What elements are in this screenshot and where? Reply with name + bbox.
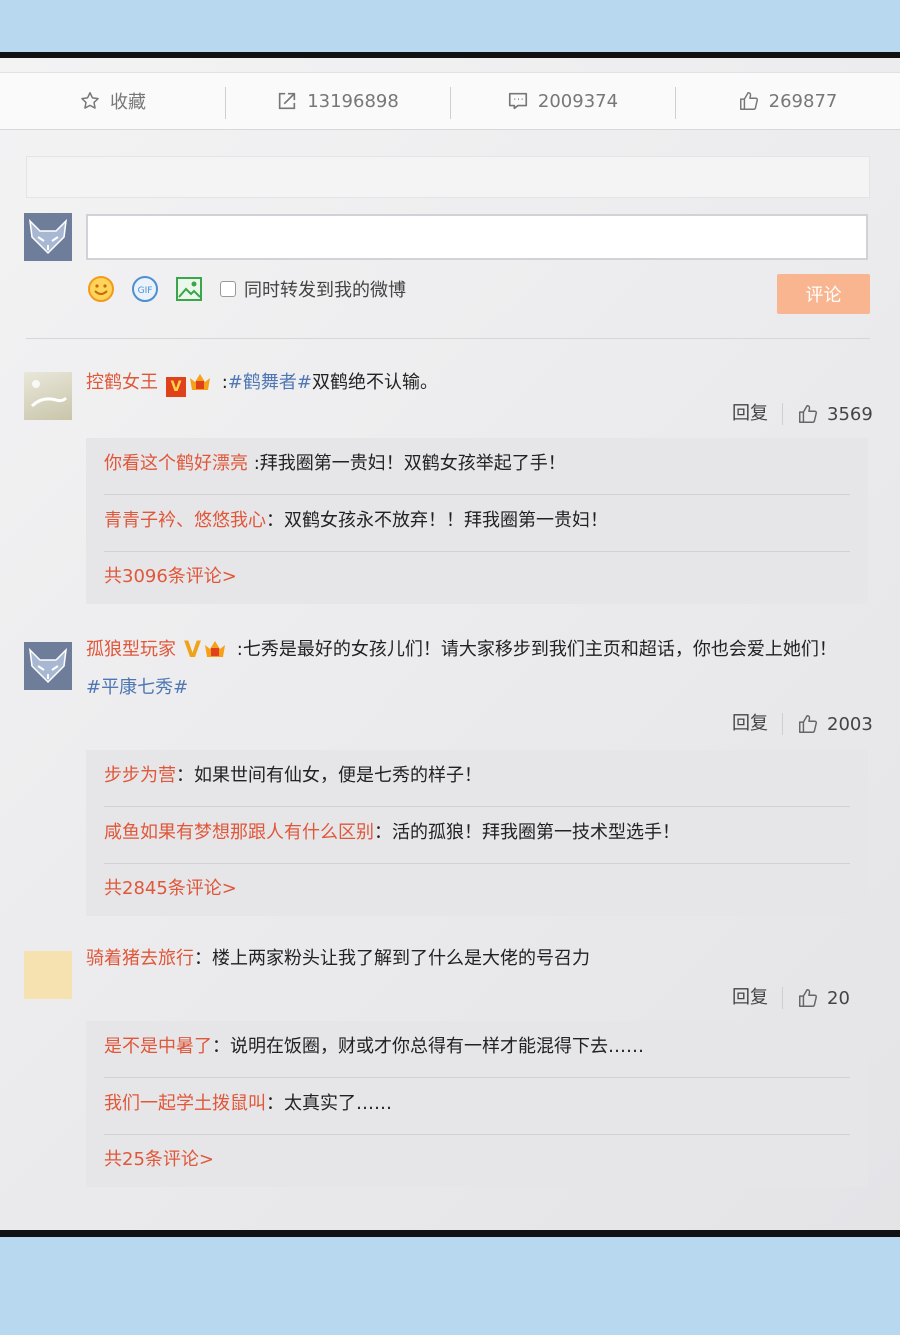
heron-avatar-icon [30,380,68,408]
star-icon [81,92,99,109]
comment-separator: : [231,639,243,660]
more-replies-link[interactable]: 共25条评论> [104,1135,850,1187]
more-replies-link[interactable]: 共3096条评论> [104,552,850,604]
comment-body: 骑着猪去旅行：楼上两家粉头让我了解到了什么是大佬的号召力 [86,940,876,977]
repost-count: 13196898 [307,90,399,112]
comment-text: 双鹤绝不认输。 [311,372,438,393]
fox-avatar-icon [28,647,68,684]
favorite-label: 收藏 [110,92,146,113]
image-icon[interactable] [174,274,204,304]
reply-item: 步步为营：如果世间有仙女，便是七秀的样子！ [104,750,850,807]
bottom-backdrop [0,1237,900,1335]
reply-item: 青青子衿、悠悠我心：双鹤女孩永不放弃！！拜我圈第一贵妇！ [104,495,850,552]
like-count: 269877 [768,90,838,112]
reply-list: 步步为营：如果世间有仙女，便是七秀的样子！ 咸鱼如果有梦想那跟人有什么区别：活的… [86,750,868,916]
repost-button[interactable]: 13196898 [225,73,450,129]
reply-list: 是不是中暑了：说明在饭圈，财或才你总得有一样才能混得下去…… 我们一起学土拨鼠叫… [86,1021,868,1187]
comment-meta: 回复 2003 [732,713,873,735]
post-comment-button[interactable]: 评论 [777,274,870,314]
like-button[interactable]: 269877 [675,73,900,129]
reply-text: ：说明在饭圈，财或才你总得有一样才能混得下去…… [212,1036,644,1057]
verified-v-icon: V [184,638,202,663]
bottom-border [0,1230,900,1237]
sync-repost-option[interactable]: 同时转发到我的微博 [220,276,406,302]
comment-body: 孤狼型玩家 V :七秀是最好的女孩儿们！请大家移步到我们主页和超话，你也会爱上她们… [86,631,876,706]
thumbs-up-icon[interactable] [797,403,819,425]
post-action-bar: 收藏 13196898 2009374 269877 [0,72,900,130]
like-count: 3569 [827,403,873,425]
topic-link[interactable]: #平康七秀# [86,677,188,698]
sync-checkbox[interactable] [220,281,236,297]
reply-item: 我们一起学土拨鼠叫：太真实了…… [104,1078,850,1135]
sync-label: 同时转发到我的微博 [244,280,406,301]
comment-meta: 回复 3569 [732,403,873,425]
reply-item: 你看这个鹤好漂亮 :拜我圈第一贵妇！双鹤女孩举起了手！ [104,438,850,495]
my-avatar[interactable] [24,213,72,261]
reply-username[interactable]: 青青子衿、悠悠我心 [104,510,266,531]
gif-icon[interactable]: GIF [130,274,160,304]
reply-username[interactable]: 是不是中暑了 [104,1036,212,1057]
verified-badge-icon: V [166,377,186,397]
weibo-comment-page: 收藏 13196898 2009374 269877 GIF 同时转发到我的微博… [0,58,900,1230]
favorite-button[interactable]: 收藏 [0,73,225,129]
reply-username[interactable]: 步步为营 [104,765,176,786]
comment-count: 2009374 [537,90,619,112]
reply-username[interactable]: 我们一起学土拨鼠叫 [104,1093,266,1114]
comment-separator: ： [194,948,212,969]
like-count: 2003 [827,713,873,735]
reply-text: ：如果世间有仙女，便是七秀的样子！ [176,765,482,786]
thumbs-up-icon[interactable] [797,987,819,1009]
comment-username[interactable]: 骑着猪去旅行 [86,948,194,969]
share-icon [279,92,296,110]
divider [26,338,870,339]
reply-list: 你看这个鹤好漂亮 :拜我圈第一贵妇！双鹤女孩举起了手！ 青青子衿、悠悠我心：双鹤… [86,438,868,604]
thumbs-up-icon [739,92,758,110]
reply-text: :拜我圈第一贵妇！双鹤女孩举起了手！ [248,453,566,474]
member-crown-icon [190,374,210,390]
avatar[interactable] [24,951,72,999]
comment-text: 楼上两家粉头让我了解到了什么是大佬的号召力 [212,948,590,969]
comment-body: 控鹤女王 V :#鹤舞者#双鹤绝不认输。 [86,364,876,401]
comment-button[interactable]: 2009374 [450,73,675,129]
like-count: 20 [827,987,850,1009]
top-backdrop [0,0,900,52]
reply-item: 是不是中暑了：说明在饭圈，财或才你总得有一样才能混得下去…… [104,1021,850,1078]
comment-meta: 回复 20 [732,987,850,1009]
reply-button[interactable]: 回复 [732,987,783,1009]
reply-button[interactable]: 回复 [732,403,783,425]
reply-username[interactable]: 你看这个鹤好漂亮 [104,453,248,474]
fox-avatar-icon [28,218,68,255]
comment-summary-box [26,156,870,198]
comment-username[interactable]: 控鹤女王 [86,372,158,393]
emoji-icon[interactable] [86,274,116,304]
comment-icon [508,92,527,110]
reply-text: ：活的孤狼！拜我圈第一技术型选手！ [374,822,680,843]
reply-item: 咸鱼如果有梦想那跟人有什么区别：活的孤狼！拜我圈第一技术型选手！ [104,807,850,864]
composer-tools: GIF 同时转发到我的微博 [86,272,406,306]
reply-username[interactable]: 咸鱼如果有梦想那跟人有什么区别 [104,822,374,843]
member-crown-icon [205,641,226,657]
svg-text:GIF: GIF [138,286,153,296]
comment-username[interactable]: 孤狼型玩家 [86,639,176,660]
comment-text: 七秀是最好的女孩儿们！请大家移步到我们主页和超话，你也会爱上她们！ [242,639,837,660]
comment-input[interactable] [86,214,868,260]
avatar[interactable] [24,642,72,690]
thumbs-up-icon[interactable] [797,713,819,735]
more-replies-link[interactable]: 共2845条评论> [104,864,850,916]
comment-separator: : [216,372,228,393]
topic-link[interactable]: #鹤舞者# [228,372,312,393]
reply-button[interactable]: 回复 [732,713,783,735]
reply-text: ：太真实了…… [266,1093,392,1114]
avatar[interactable] [24,372,72,420]
reply-text: ：双鹤女孩永不放弃！！拜我圈第一贵妇！ [266,510,608,531]
